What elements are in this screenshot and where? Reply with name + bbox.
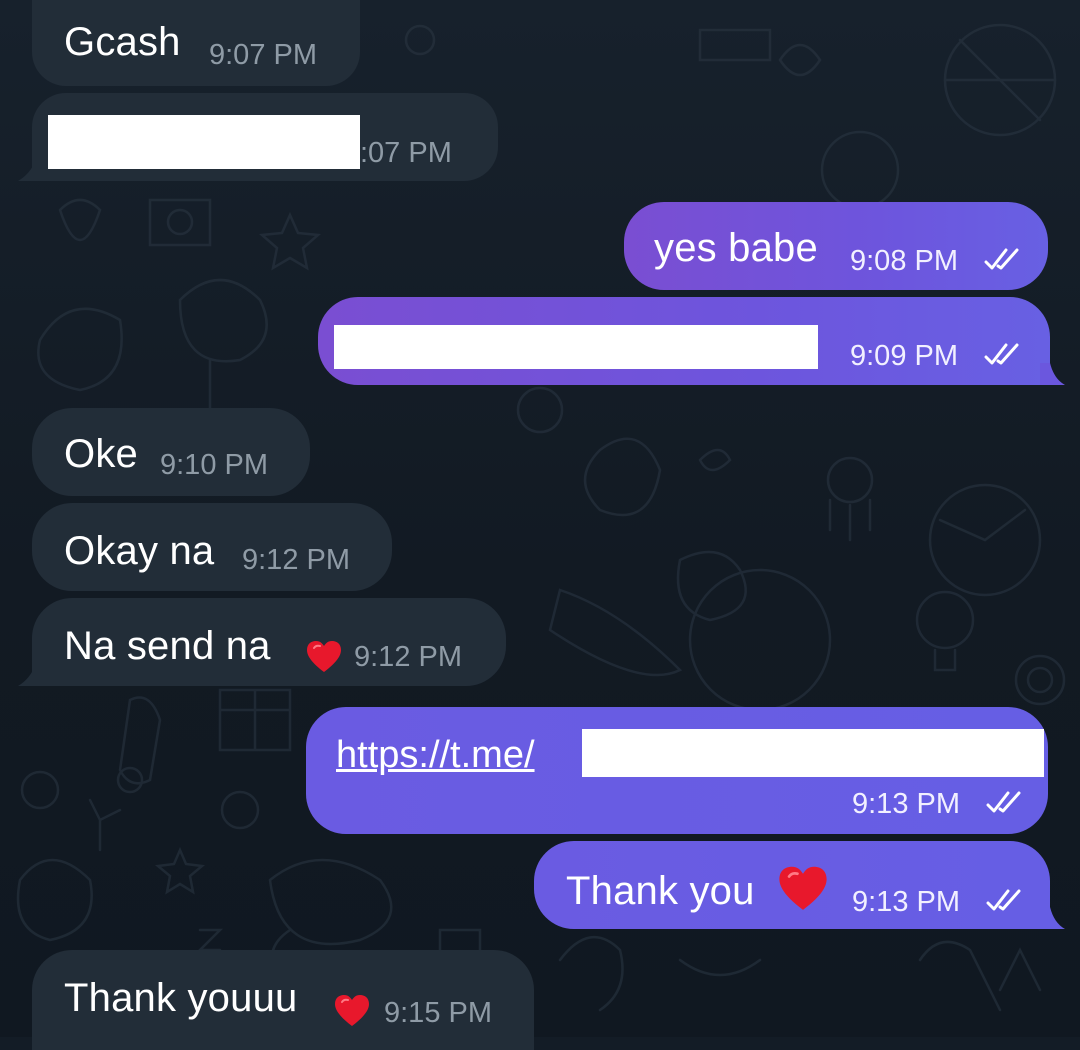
heart-icon[interactable] xyxy=(306,640,342,674)
message-time: 9:15 PM xyxy=(384,997,492,1029)
redacted-content xyxy=(334,325,818,369)
message-text: Okay na xyxy=(64,529,215,573)
message-text: Thank youuu xyxy=(64,976,298,1020)
incoming-message-bubble[interactable]: Gcash 9:07 PM xyxy=(32,0,360,86)
incoming-message-bubble[interactable]: Thank youuu 9:15 PM xyxy=(32,950,534,1050)
message-text: yes babe xyxy=(654,226,818,270)
outgoing-message-bubble[interactable]: yes babe 9:08 PM xyxy=(624,202,1048,290)
redacted-content xyxy=(48,115,360,169)
redacted-content xyxy=(582,729,1044,777)
message-time: 9:12 PM xyxy=(242,544,350,576)
message-text: Oke xyxy=(64,432,138,476)
double-check-icon xyxy=(986,791,1021,813)
incoming-message-bubble[interactable]: Oke 9:10 PM xyxy=(32,408,310,496)
outgoing-message-bubble[interactable]: https://t.me/ 9:13 PM xyxy=(306,707,1048,834)
outgoing-message-bubble[interactable]: Thank you 9:13 PM xyxy=(534,841,1050,929)
double-check-icon xyxy=(986,889,1021,911)
double-check-icon xyxy=(984,248,1019,270)
message-text: Thank you xyxy=(566,869,755,913)
bubble-tail xyxy=(18,160,46,181)
message-time: :07 PM xyxy=(360,137,452,169)
message-time: 9:08 PM xyxy=(850,245,958,277)
message-time: 9:13 PM xyxy=(852,788,960,820)
message-text: Gcash xyxy=(64,20,181,64)
heart-icon[interactable] xyxy=(334,994,370,1028)
message-link[interactable]: https://t.me/ xyxy=(336,733,535,777)
incoming-message-bubble[interactable]: Okay na 9:12 PM xyxy=(32,503,392,591)
bubble-tail xyxy=(18,664,46,686)
message-text: Na send na xyxy=(64,624,271,668)
bubble-tail xyxy=(1040,363,1065,385)
heart-icon xyxy=(779,866,827,910)
bubble-tail xyxy=(1040,907,1065,929)
message-time: 9:10 PM xyxy=(160,449,268,481)
message-time: 9:07 PM xyxy=(209,39,317,71)
outgoing-message-bubble[interactable]: 9:09 PM xyxy=(318,297,1050,385)
incoming-message-bubble[interactable]: :07 PM xyxy=(32,93,498,181)
incoming-message-bubble[interactable]: Na send na 9:12 PM xyxy=(32,598,506,686)
double-check-icon xyxy=(984,343,1019,365)
message-time: 9:12 PM xyxy=(354,641,462,673)
message-time: 9:13 PM xyxy=(852,886,960,918)
message-time: 9:09 PM xyxy=(850,340,958,372)
